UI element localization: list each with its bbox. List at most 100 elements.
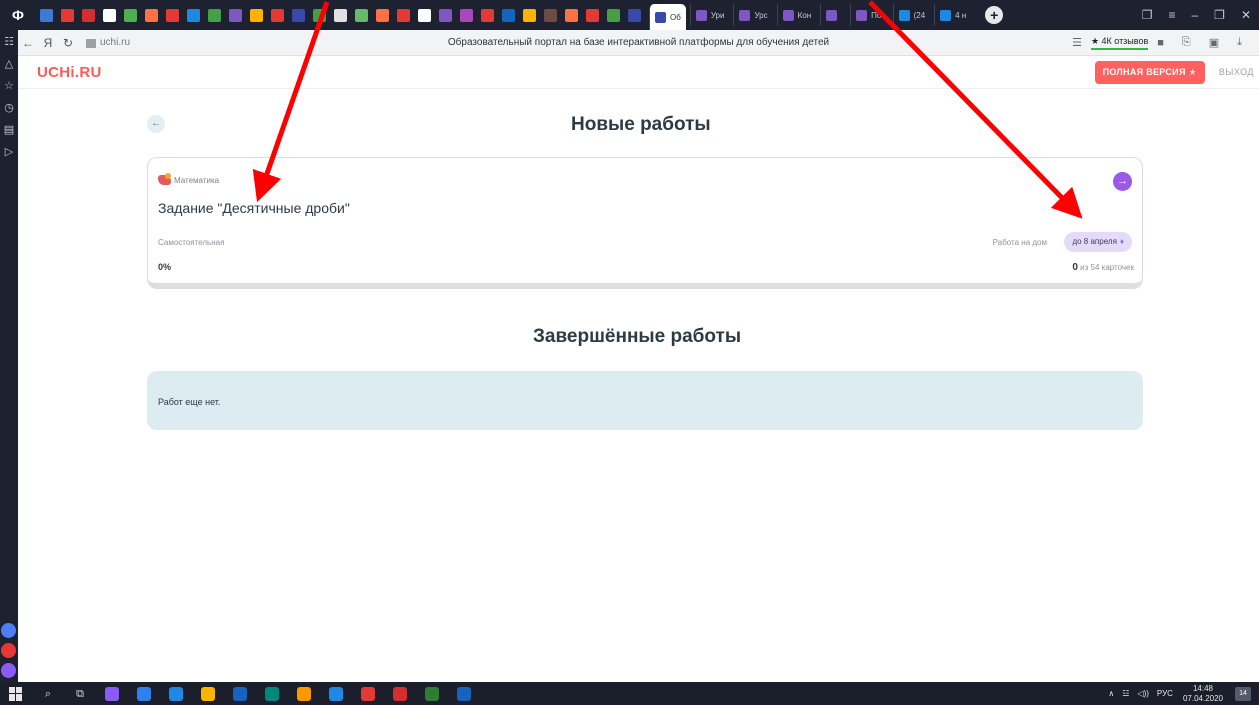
language-indicator[interactable]: РУС	[1157, 689, 1173, 698]
tab-label: 4 н	[955, 10, 967, 20]
window-control-icon[interactable]: –	[1191, 8, 1198, 22]
pinned-tab-icon[interactable]	[376, 8, 389, 22]
window-control-icon[interactable]: ✕	[1241, 8, 1251, 22]
task-card[interactable]: Математика → Задание "Десятичные дроби" …	[147, 157, 1143, 289]
subject-tag: Математика	[158, 173, 219, 185]
task-view-icon[interactable]: ⧉	[73, 687, 87, 701]
pinned-tab-icon[interactable]	[187, 8, 200, 22]
sidebar-icon[interactable]: ◷	[0, 96, 18, 118]
windows-start-icon[interactable]	[9, 686, 23, 701]
task-title[interactable]: Задание "Десятичные дроби"	[158, 200, 350, 216]
tab-label: Ури	[710, 10, 725, 20]
pinned-tab-icon[interactable]	[166, 8, 179, 22]
pinned-tab-icon[interactable]	[61, 8, 74, 22]
taskbar-app-icon[interactable]	[457, 686, 471, 701]
browser-tab[interactable]: Ури	[689, 4, 730, 26]
translate-icon[interactable]: ☰	[1072, 36, 1082, 49]
pinned-tab-icon[interactable]	[586, 8, 599, 22]
pinned-tab-icon[interactable]	[565, 8, 578, 22]
pinned-tab-icon[interactable]	[40, 8, 53, 22]
taskbar-app-icon[interactable]	[137, 686, 151, 701]
download-icon[interactable]: ⤓	[1237, 36, 1242, 49]
window-control-icon[interactable]: ❐	[1142, 8, 1153, 22]
clock[interactable]: 14:48 07.04.2020	[1183, 684, 1223, 704]
pinned-tab-icon[interactable]	[250, 8, 263, 22]
tab-label: Об	[670, 12, 681, 22]
browser-tab[interactable]: Кон	[776, 4, 817, 26]
pinned-tab-icon[interactable]	[145, 8, 158, 22]
sidebar-icon[interactable]: ▤	[0, 118, 18, 140]
bookmark-icon[interactable]: ■	[1157, 37, 1164, 49]
taskbar-app-icon[interactable]	[265, 686, 279, 701]
new-tab-button[interactable]: +	[985, 6, 1004, 24]
pinned-tab-icon[interactable]	[208, 8, 221, 22]
pinned-tab-icon[interactable]	[334, 8, 347, 22]
assistant-icon[interactable]	[1, 623, 16, 638]
taskbar-app-icon[interactable]	[329, 686, 343, 701]
search-icon[interactable]: ⌕	[41, 687, 55, 701]
pinned-tab-icon[interactable]	[124, 8, 137, 22]
volume-icon[interactable]: ◁))	[1137, 689, 1148, 698]
back-icon[interactable]: ←	[18, 36, 38, 50]
notifications-icon[interactable]: 14	[1235, 686, 1251, 701]
taskbar-app-icon[interactable]	[393, 686, 407, 701]
clock-date: 07.04.2020	[1182, 693, 1223, 703]
open-task-button[interactable]: →	[1113, 172, 1132, 191]
taskbar-app-icon[interactable]	[169, 686, 183, 701]
tray-chevron-icon[interactable]: ∧	[1108, 689, 1114, 698]
pinned-tab-icon[interactable]	[460, 8, 473, 22]
taskbar-app-icon[interactable]	[201, 686, 215, 701]
browser-tab[interactable]	[820, 4, 846, 26]
back-button[interactable]: ←	[147, 115, 165, 133]
pinned-tab-icon[interactable]	[439, 8, 452, 22]
taskbar-app-icon[interactable]	[105, 686, 119, 701]
assistant-icon[interactable]	[1, 663, 16, 678]
yandex-icon[interactable]: Я	[38, 36, 58, 50]
extension-icon-2[interactable]: ▣	[1209, 36, 1219, 49]
taskbar-app-icon[interactable]	[361, 686, 375, 701]
pinned-tab-icon[interactable]	[292, 8, 305, 22]
sidebar-icon[interactable]: ☷	[0, 30, 18, 52]
browser-tab[interactable]: 4 н	[934, 4, 971, 26]
sidebar-icon[interactable]: ▷	[0, 140, 18, 162]
tab-label: (24	[913, 10, 926, 20]
browser-tab[interactable]: Урс	[733, 4, 772, 26]
pinned-tab-icon[interactable]	[544, 8, 557, 22]
pinned-tab-icon[interactable]	[313, 8, 326, 22]
pinned-tab-icon[interactable]	[481, 8, 494, 22]
sidebar-icon[interactable]: △	[0, 52, 18, 74]
full-version-label: ПОЛНАЯ ВЕРСИЯ	[1102, 66, 1186, 77]
browser-tab[interactable]: Об	[649, 4, 686, 30]
window-control-icon[interactable]: ≡	[1168, 8, 1175, 22]
sidebar-icon[interactable]: ☆	[0, 74, 18, 96]
logout-link[interactable]: ВЫХОД	[1219, 67, 1254, 77]
window-control-icon[interactable]: ❐	[1214, 8, 1225, 22]
browser-tab[interactable]: По.	[850, 4, 888, 26]
pinned-tab-icon[interactable]	[418, 8, 431, 22]
browser-tab[interactable]: (24	[892, 4, 931, 26]
extension-icon[interactable]: ⎘	[1182, 36, 1191, 49]
url-field[interactable]: uchi.ru	[100, 37, 130, 48]
uchi-logo[interactable]: UCHi.RU	[37, 64, 102, 81]
pinned-tab-icon[interactable]	[103, 8, 116, 22]
taskbar-app-icon[interactable]	[425, 686, 439, 701]
taskbar-app-icon[interactable]	[233, 686, 247, 701]
taskbar-app-icon[interactable]	[297, 686, 311, 701]
pinned-tab-icon[interactable]	[82, 8, 95, 22]
pinned-tab-icon[interactable]	[355, 8, 368, 22]
tab-favicon-icon	[856, 9, 868, 21]
pinned-tab-icon[interactable]	[502, 8, 515, 22]
full-version-button[interactable]: ПОЛНАЯ ВЕРСИЯ ★	[1094, 60, 1205, 84]
pinned-tab-icon[interactable]	[397, 8, 410, 22]
pinned-tab-icon[interactable]	[229, 8, 242, 22]
reviews-badge[interactable]: ★ 4К отзывов	[1090, 36, 1149, 50]
assistant-icon[interactable]	[1, 643, 16, 658]
pinned-tab-icon[interactable]	[628, 8, 641, 22]
pinned-tab-icon[interactable]	[607, 8, 620, 22]
network-icon[interactable]: ☳	[1122, 689, 1129, 698]
completed-works-empty: Работ еще нет.	[147, 371, 1143, 430]
reload-icon[interactable]: ↻	[58, 36, 78, 50]
pinned-tab-icon[interactable]	[271, 8, 284, 22]
browser-menu-icon[interactable]: Ф	[0, 0, 36, 30]
pinned-tab-icon[interactable]	[523, 8, 536, 22]
